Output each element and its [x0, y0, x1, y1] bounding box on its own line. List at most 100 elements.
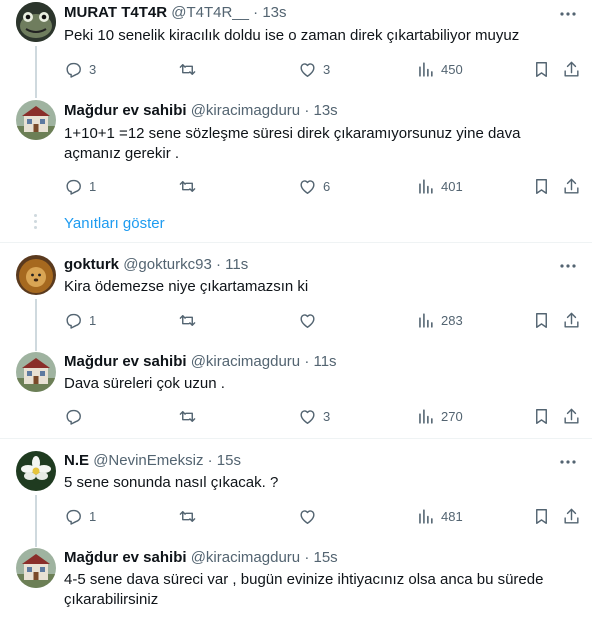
bookmark-button[interactable] [532, 174, 551, 198]
user-handle[interactable]: @NevinEmeksiz [93, 452, 203, 469]
reply-button[interactable]: 1 [64, 174, 96, 198]
bookmark-button[interactable] [532, 504, 551, 528]
tweet[interactable]: MURAT T4T4R @T4T4R__ · 13s Peki 10 senel… [0, 0, 592, 98]
avatar[interactable] [16, 100, 56, 140]
bookmark-button[interactable] [532, 57, 551, 81]
flower-avatar-icon [16, 451, 56, 491]
user-handle[interactable]: @kiracimagduru [191, 102, 300, 119]
separator-dot: · [207, 452, 213, 469]
views-button[interactable]: 401 [416, 174, 463, 198]
separator-dot: · [304, 102, 310, 119]
display-name[interactable]: MURAT T4T4R [64, 4, 167, 21]
view-count: 270 [441, 408, 463, 424]
share-button[interactable] [562, 504, 581, 528]
tweet-header: Mağdur ev sahibi @kiracimagduru · 15s [64, 548, 338, 568]
action-bar: 1 283 [56, 308, 586, 332]
reply-count: 3 [89, 61, 97, 77]
show-replies-link[interactable]: Yanıtları göster [64, 214, 165, 234]
tweet-header: Mağdur ev sahibi @kiracimagduru · 11s [64, 352, 337, 372]
avatar[interactable] [16, 451, 56, 491]
house-avatar-icon [16, 548, 56, 588]
share-icon [564, 312, 579, 328]
view-count: 481 [441, 508, 463, 524]
share-button[interactable] [562, 174, 581, 198]
like-button[interactable]: 6 [298, 174, 330, 198]
reply-count: 1 [89, 178, 97, 194]
bar-chart-icon [419, 312, 433, 328]
retweet-icon [179, 410, 196, 422]
tweet-text: Kira ödemezse niye çıkartamazsın ki [64, 278, 309, 295]
more-options-button[interactable] [558, 256, 578, 276]
retweet-button[interactable] [178, 57, 203, 81]
retweet-button[interactable] [178, 504, 203, 528]
action-bar: 1 481 [56, 504, 586, 528]
timestamp[interactable]: 11s [313, 353, 336, 370]
display-name[interactable]: Mağdur ev sahibi [64, 102, 187, 119]
tweet[interactable]: N.E @NevinEmeksiz · 15s 5 sene sonunda n… [0, 449, 592, 547]
bookmark-icon [536, 408, 547, 424]
retweet-icon [179, 510, 196, 522]
timestamp[interactable]: 13s [262, 4, 286, 21]
user-handle[interactable]: @gokturkc93 [123, 256, 212, 273]
reply-button[interactable]: 1 [64, 308, 96, 332]
avatar[interactable] [16, 2, 56, 42]
display-name[interactable]: N.E [64, 452, 89, 469]
tweet[interactable]: Mağdur ev sahibi @kiracimagduru · 13s 1+… [0, 98, 592, 206]
timestamp[interactable]: 15s [217, 452, 241, 469]
like-button[interactable] [298, 504, 323, 528]
reply-button[interactable] [64, 404, 89, 428]
avatar[interactable] [16, 548, 56, 588]
share-icon [564, 178, 579, 194]
tweet-text: 5 sene sonunda nasıl çıkacak. ? [64, 474, 279, 491]
share-button[interactable] [562, 57, 581, 81]
user-handle[interactable]: @T4T4R__ [171, 4, 249, 21]
bookmark-button[interactable] [532, 404, 551, 428]
more-options-button[interactable] [558, 4, 578, 24]
divider [0, 242, 592, 243]
views-button[interactable]: 450 [416, 57, 463, 81]
like-button[interactable]: 3 [298, 57, 330, 81]
display-name[interactable]: Mağdur ev sahibi [64, 549, 187, 566]
avatar[interactable] [16, 255, 56, 295]
thread-line [35, 495, 37, 547]
user-handle[interactable]: @kiracimagduru [191, 353, 300, 370]
retweet-button[interactable] [178, 404, 203, 428]
retweet-icon [179, 314, 196, 326]
tweet-header: MURAT T4T4R @T4T4R__ · 13s [64, 3, 287, 23]
reply-button[interactable]: 1 [64, 504, 96, 528]
timestamp[interactable]: 11s [225, 256, 248, 273]
retweet-button[interactable] [178, 308, 203, 332]
tweet-text: Dava süreleri çok uzun . [64, 375, 225, 392]
display-name[interactable]: gokturk [64, 256, 119, 273]
tweet-header: Mağdur ev sahibi @kiracimagduru · 13s [64, 101, 338, 121]
tweet-text: Peki 10 senelik kiracılık doldu ise o za… [64, 27, 520, 44]
share-button[interactable] [562, 404, 581, 428]
bookmark-icon [536, 178, 547, 194]
separator-dot: · [304, 549, 310, 566]
avatar[interactable] [16, 352, 56, 392]
tweet[interactable]: Mağdur ev sahibi @kiracimagduru · 11s Da… [0, 350, 592, 438]
views-button[interactable]: 283 [416, 308, 463, 332]
action-bar: 1 6 401 [56, 174, 586, 198]
like-button[interactable] [298, 308, 323, 332]
reply-button[interactable]: 3 [64, 57, 96, 81]
timestamp[interactable]: 13s [313, 102, 337, 119]
like-button[interactable]: 3 [298, 404, 330, 428]
share-button[interactable] [562, 308, 581, 332]
timestamp[interactable]: 15s [313, 549, 337, 566]
views-button[interactable]: 481 [416, 504, 463, 528]
tweet-header: gokturk @gokturkc93 · 11s [64, 255, 248, 275]
tweet[interactable]: gokturk @gokturkc93 · 11s Kira ödemezse … [0, 253, 592, 351]
retweet-button[interactable] [178, 174, 203, 198]
tweet[interactable]: Mağdur ev sahibi @kiracimagduru · 15s 4-… [0, 546, 592, 617]
user-handle[interactable]: @kiracimagduru [191, 549, 300, 566]
heart-icon [300, 509, 315, 524]
display-name[interactable]: Mağdur ev sahibi [64, 353, 187, 370]
bookmark-button[interactable] [532, 308, 551, 332]
heart-icon [300, 62, 315, 77]
more-options-button[interactable] [558, 452, 578, 472]
views-button[interactable]: 270 [416, 404, 463, 428]
bar-chart-icon [419, 61, 433, 77]
like-count: 6 [323, 178, 331, 194]
action-bar: 3 3 450 [56, 57, 586, 81]
